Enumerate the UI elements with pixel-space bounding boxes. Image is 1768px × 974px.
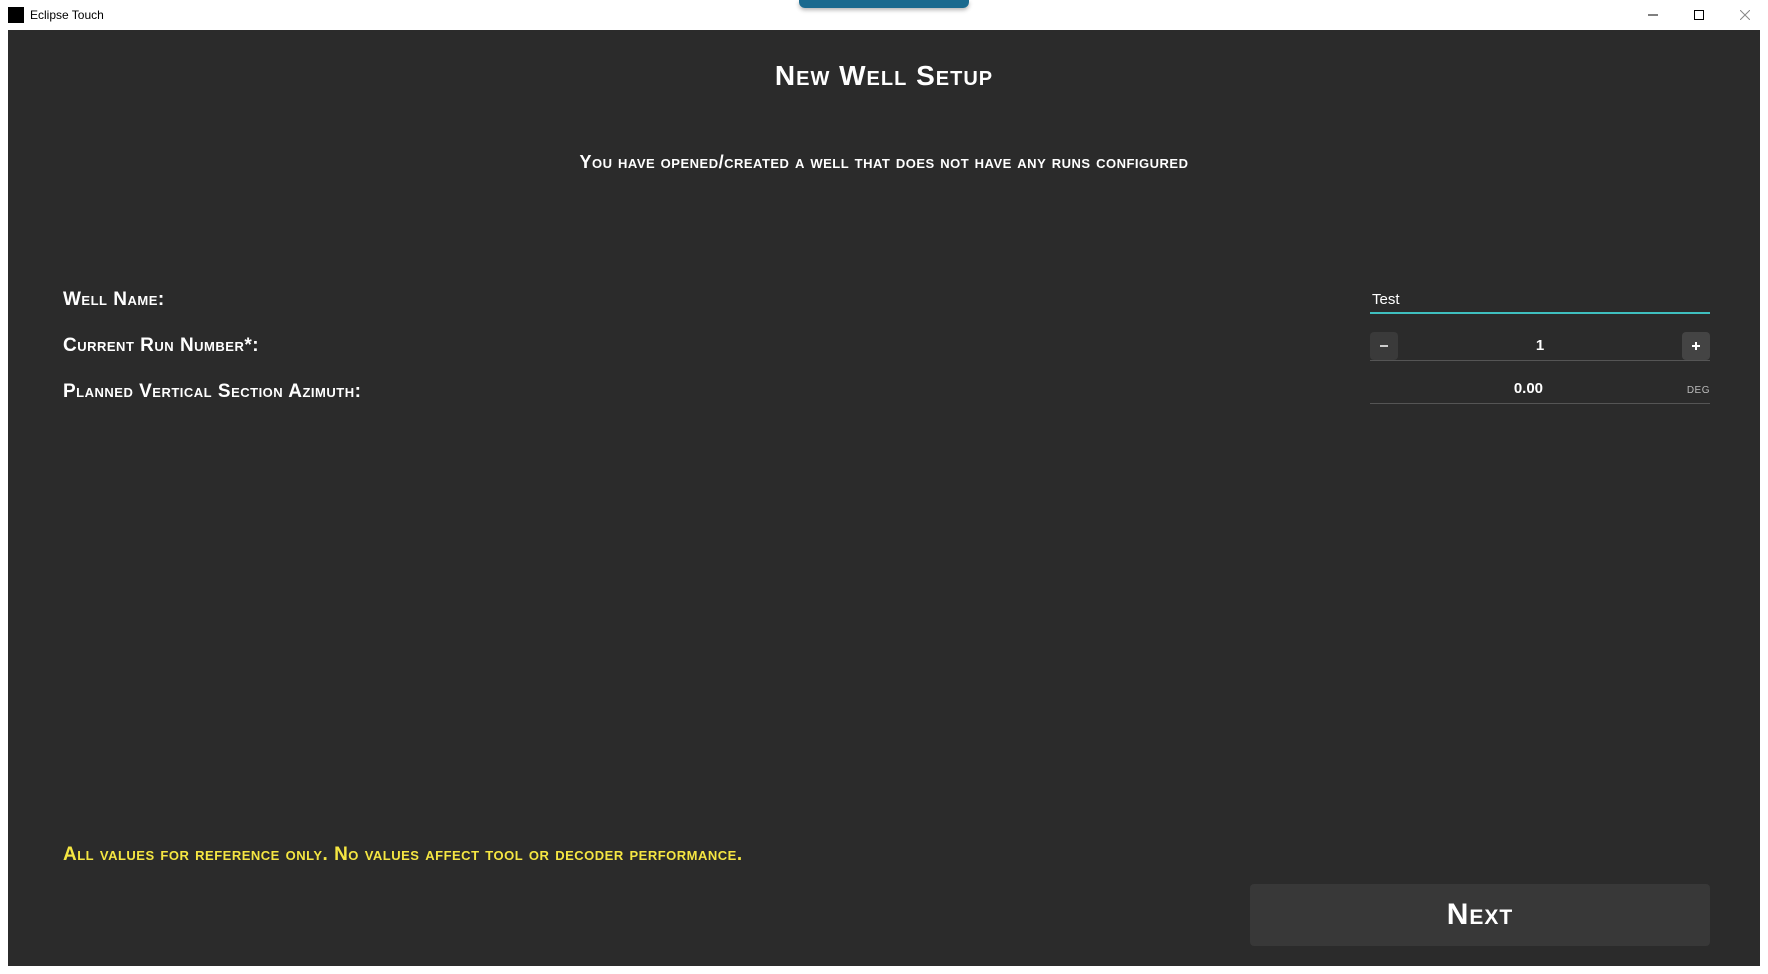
minimize-button[interactable] (1630, 0, 1676, 30)
run-number-value[interactable]: 1 (1398, 337, 1682, 354)
run-number-label: Current Run Number*: (63, 335, 259, 357)
run-number-decrement-button[interactable] (1370, 332, 1398, 360)
form-area: Well Name: Current Run Number*: 1 (63, 285, 1710, 423)
azimuth-unit: DEG (1687, 385, 1710, 396)
azimuth-control: 0.00 DEG (1370, 380, 1710, 404)
azimuth-value[interactable]: 0.00 (1370, 380, 1687, 397)
window-titlebar: Eclipse Touch (0, 0, 1768, 30)
next-button[interactable]: Next (1250, 884, 1710, 946)
window-controls (1630, 0, 1768, 30)
reference-notice: All values for reference only. No values… (63, 844, 1710, 866)
run-number-stepper: 1 (1370, 332, 1710, 361)
plus-icon (1690, 340, 1702, 352)
well-name-input[interactable] (1370, 287, 1710, 314)
well-name-label: Well Name: (63, 289, 165, 311)
well-name-row: Well Name: (63, 285, 1710, 315)
run-number-control: 1 (1370, 332, 1710, 361)
page-subtitle: You have opened/created a well that does… (48, 152, 1720, 173)
azimuth-input-row[interactable]: 0.00 DEG (1370, 380, 1710, 404)
close-button[interactable] (1722, 0, 1768, 30)
maximize-button[interactable] (1676, 0, 1722, 30)
well-name-control (1370, 287, 1710, 314)
titlebar-left: Eclipse Touch (8, 7, 104, 23)
titlebar-accent-bar (799, 0, 969, 8)
main-content: New Well Setup You have opened/created a… (8, 30, 1760, 966)
app-icon (8, 7, 24, 23)
minus-icon (1378, 340, 1390, 352)
run-number-row: Current Run Number*: 1 (63, 331, 1710, 361)
azimuth-row: Planned Vertical Section Azimuth: 0.00 D… (63, 377, 1710, 407)
app-title: Eclipse Touch (30, 8, 104, 22)
page-title: New Well Setup (48, 60, 1720, 92)
azimuth-label: Planned Vertical Section Azimuth: (63, 381, 361, 403)
run-number-increment-button[interactable] (1682, 332, 1710, 360)
